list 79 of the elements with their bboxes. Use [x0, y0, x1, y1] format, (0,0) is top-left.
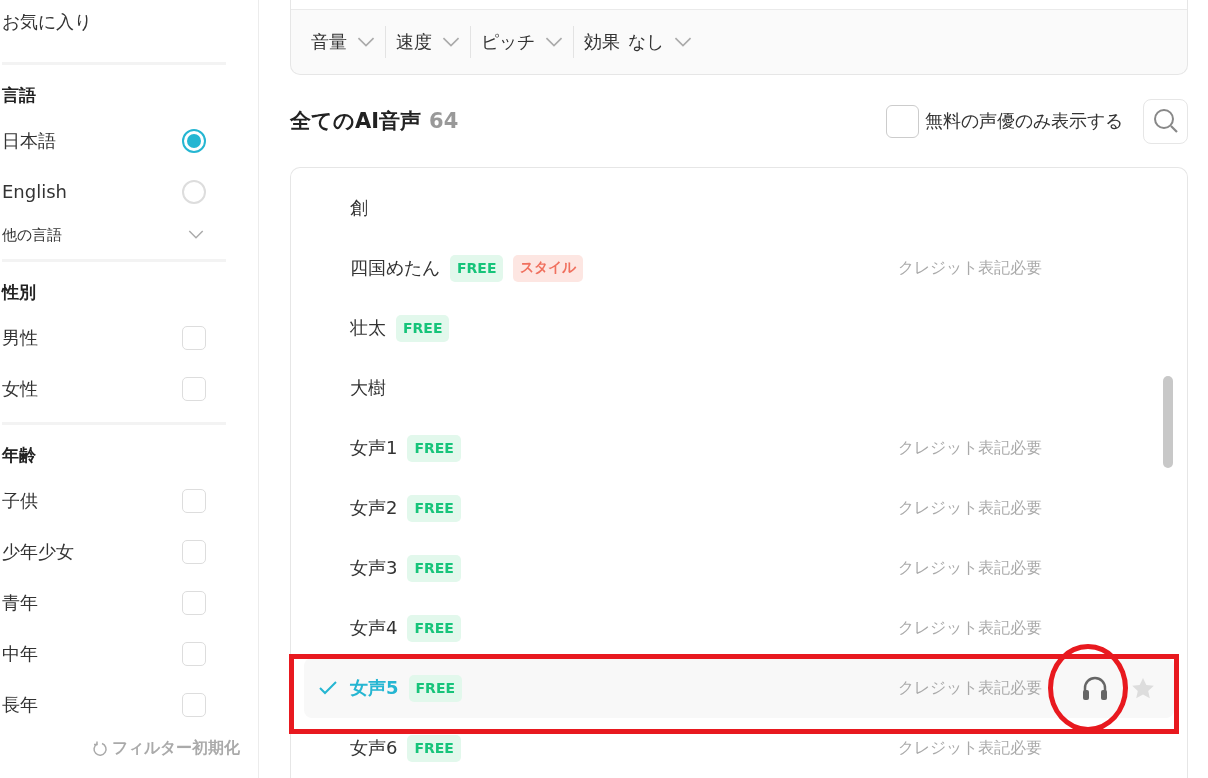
free-tag: FREE [407, 434, 461, 462]
favorite-button[interactable] [1131, 676, 1155, 700]
check-icon [319, 681, 337, 695]
voice-name: 女声5 [350, 676, 399, 700]
free-tag: FREE [407, 554, 461, 582]
option-label: English [2, 181, 67, 202]
option-label: 女性 [2, 376, 38, 401]
checkbox[interactable] [182, 641, 206, 666]
control-dropdown[interactable]: ピッチ [470, 26, 573, 59]
chevron-down-icon [674, 36, 692, 48]
option-label: 男性 [2, 325, 38, 350]
voice-row[interactable]: 四国めたん FREE スタイル クレジット表記必要 [304, 238, 1174, 298]
voice-name: 女声2 [350, 496, 398, 520]
voice-name: 壮太 [350, 316, 386, 340]
voice-name: 女声4 [350, 616, 398, 640]
credit-note: クレジット表記必要 [898, 257, 1042, 279]
voice-name: 女声6 [350, 736, 398, 760]
option-label: 少年少女 [2, 539, 74, 564]
search-button[interactable] [1143, 98, 1188, 144]
free-tag: FREE [407, 494, 461, 522]
section-title: 性別 [2, 280, 37, 304]
control-dropdown[interactable]: 音量 [301, 26, 385, 59]
option-label: 日本語 [2, 128, 56, 153]
search-icon [1152, 108, 1179, 135]
voice-row[interactable]: 大樹 [304, 358, 1174, 418]
voice-name: 女声3 [350, 556, 398, 580]
credit-note: クレジット表記必要 [898, 437, 1042, 459]
voice-row[interactable]: 女声4 FREE クレジット表記必要 [304, 598, 1174, 658]
chevron-down-icon [357, 36, 375, 48]
radio-button[interactable] [182, 128, 206, 153]
voice-name: 四国めたん [350, 256, 440, 280]
checkbox[interactable] [182, 692, 206, 717]
section-title: 年齢 [2, 443, 37, 467]
reset-icon [92, 740, 108, 757]
free-tag: FREE [408, 674, 462, 702]
option-label: 中年 [2, 641, 38, 666]
voice-row[interactable]: 壮太 FREE [304, 298, 1174, 358]
control-dropdown[interactable]: 効果 なし [573, 26, 702, 59]
option-label: 子供 [2, 488, 38, 513]
checkbox[interactable] [182, 325, 206, 350]
star-icon [1131, 676, 1155, 700]
checkbox[interactable] [886, 104, 919, 138]
option-label: 青年 [2, 590, 38, 615]
free-tag: FREE [407, 734, 461, 762]
credit-note: クレジット表記必要 [898, 677, 1042, 699]
headphones-button[interactable] [1081, 675, 1109, 701]
chevron-down-icon [188, 230, 204, 240]
list-title: 全てのAI音声 [290, 108, 422, 136]
control-dropdown[interactable]: 速度 [385, 26, 470, 59]
headphones-icon [1081, 675, 1109, 701]
checkbox[interactable] [182, 590, 206, 615]
credit-note: クレジット表記必要 [898, 497, 1042, 519]
option-label: 長年 [2, 692, 38, 717]
section-title: 言語 [2, 83, 37, 107]
chevron-down-icon [442, 36, 460, 48]
checkbox[interactable] [182, 539, 206, 564]
voice-name: 女声1 [350, 436, 398, 460]
voice-count: 64 [429, 109, 459, 134]
voice-name: 創 [350, 196, 368, 220]
scrollbar[interactable] [1163, 376, 1173, 468]
free-tag: FREE [407, 614, 461, 642]
free-only-label: 無料の声優のみ表示する [925, 109, 1123, 134]
checkbox[interactable] [182, 488, 206, 513]
more-languages-dropdown[interactable]: 他の言語 [2, 217, 226, 253]
checkbox[interactable] [182, 376, 206, 401]
voice-row[interactable]: 女声6 FREE クレジット表記必要 [304, 718, 1174, 778]
free-tag: FREE [450, 254, 504, 282]
favorites-link[interactable]: お気に入り [2, 0, 258, 44]
voice-name: 大樹 [350, 376, 386, 400]
credit-note: クレジット表記必要 [898, 557, 1042, 579]
style-tag: スタイル [513, 254, 584, 282]
chevron-down-icon [545, 36, 563, 48]
free-tag: FREE [396, 314, 450, 342]
voice-row[interactable]: 女声3 FREE クレジット表記必要 [304, 538, 1174, 598]
voice-row[interactable]: 女声2 FREE クレジット表記必要 [304, 478, 1174, 538]
voice-row[interactable]: 女声1 FREE クレジット表記必要 [304, 418, 1174, 478]
credit-note: クレジット表記必要 [898, 617, 1042, 639]
voice-row[interactable]: 創 [304, 178, 1174, 238]
credit-note: クレジット表記必要 [898, 737, 1042, 759]
